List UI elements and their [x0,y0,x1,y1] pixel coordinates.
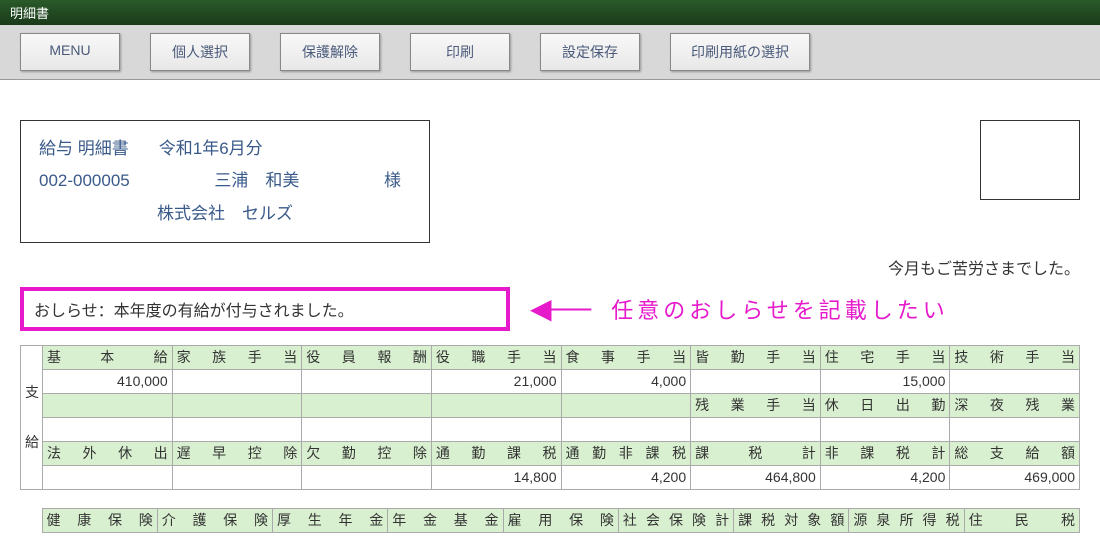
pay-cell[interactable]: 410,000 [43,369,173,393]
emp-code: 002-000005 [39,165,130,197]
pay-cell[interactable] [561,417,691,441]
pay-cell[interactable]: 21,000 [431,369,561,393]
pay-cell[interactable]: 15,000 [820,369,950,393]
pay-h [172,393,302,417]
pay-h [43,393,173,417]
pay-cell[interactable] [820,417,950,441]
annotation-text: 任意のおしらせを記載したい [611,293,949,325]
pay-cell[interactable] [950,417,1080,441]
pay-h: 役員報酬 [302,345,432,369]
titlebar: 明細書 [0,0,1100,25]
pay-cell[interactable]: 464,800 [691,465,821,489]
ded-h: 介護保険 [157,508,272,532]
pay-cell[interactable] [302,369,432,393]
ded-h: 健康保険 [42,508,157,532]
pay-h: 家族手当 [172,345,302,369]
save-settings-button[interactable]: 設定保存 [540,33,640,71]
pay-cell[interactable]: 14,800 [431,465,561,489]
header-box: 給与 明細書 令和1年6月分 002-000005 三浦 和美 様 株式会社 セ… [20,120,430,243]
period: 令和1年6月分 [159,133,263,165]
doc-title: 給与 明細書 [39,133,129,165]
ded-h: 雇用保険 [503,508,618,532]
ded-h: 社会保険計 [618,508,733,532]
pay-cell[interactable] [172,417,302,441]
pay-cell[interactable] [302,465,432,489]
pay-side-label: 支 給 [21,345,43,489]
arrow-icon: ◀── [530,295,591,323]
ded-h: 課税対象額 [734,508,849,532]
print-button[interactable]: 印刷 [410,33,510,71]
ded-h: 住民税 [964,508,1079,532]
emp-name: 三浦 和美 [214,165,299,197]
ded-h: 源泉所得税 [849,508,964,532]
unprotect-button[interactable]: 保護解除 [280,33,380,71]
pay-cell[interactable]: 469,000 [950,465,1080,489]
pay-h [561,393,691,417]
pay-h: 残業手当 [691,393,821,417]
footer-msg: 今月もご苦労さまでした。 [20,255,1080,279]
stamp-box [980,120,1080,200]
pay-cell[interactable] [172,465,302,489]
pay-h: 課税計 [691,441,821,465]
pay-h: 皆勤手当 [691,345,821,369]
menu-button[interactable]: MENU [20,33,120,71]
toolbar: MENU 個人選択 保護解除 印刷 設定保存 印刷用紙の選択 [0,25,1100,80]
pay-h: 通勤課税 [431,441,561,465]
pay-cell[interactable] [43,465,173,489]
pay-h: 法外休出 [43,441,173,465]
deduct-table: 健康保険 介護保険 厚生年金 年金基金 雇用保険 社会保険計 課税対象額 源泉所… [20,508,1080,533]
ded-h: 年金基金 [388,508,503,532]
pay-h [302,393,432,417]
title: 明細書 [10,3,49,22]
pay-h: 通勤非課税 [561,441,691,465]
pay-h: 食事手当 [561,345,691,369]
pay-cell[interactable] [691,369,821,393]
pay-h: 休日出勤 [820,393,950,417]
company: 株式会社 セルズ [157,198,293,230]
pay-h: 役職手当 [431,345,561,369]
pay-cell[interactable]: 4,200 [820,465,950,489]
pay-h: 深夜残業 [950,393,1080,417]
ded-h: 厚生年金 [273,508,388,532]
pay-h [431,393,561,417]
pay-cell[interactable] [43,417,173,441]
pay-cell[interactable] [172,369,302,393]
pay-h: 欠勤控除 [302,441,432,465]
pay-cell[interactable]: 4,000 [561,369,691,393]
select-person-button[interactable]: 個人選択 [150,33,250,71]
pay-cell[interactable] [950,369,1080,393]
pay-h: 非課税計 [820,441,950,465]
pay-table: 支 給 基本給 家族手当 役員報酬 役職手当 食事手当 皆勤手当 住宅手当 技術… [20,345,1080,490]
pay-h: 総支給額 [950,441,1080,465]
pay-h: 住宅手当 [820,345,950,369]
pay-h: 基本給 [43,345,173,369]
notice-box[interactable]: おしらせ：本年度の有給が付与されました。 [20,287,510,331]
select-paper-button[interactable]: 印刷用紙の選択 [670,33,810,71]
pay-cell[interactable] [431,417,561,441]
pay-cell[interactable] [691,417,821,441]
pay-cell[interactable] [302,417,432,441]
pay-h: 遅早控除 [172,441,302,465]
honorific: 様 [384,165,401,197]
pay-h: 技術手当 [950,345,1080,369]
pay-cell[interactable]: 4,200 [561,465,691,489]
